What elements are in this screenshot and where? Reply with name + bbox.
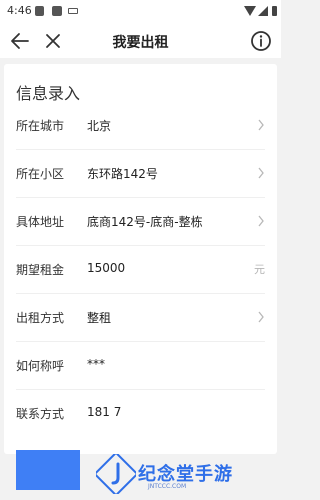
rent-input[interactable]: 15000 (87, 261, 125, 275)
chevron-right-icon (258, 119, 264, 131)
info-entry-card: 信息录入 所在城市 北京 所在小区 东环路142号 具体地址 底商142号-底商… (4, 64, 277, 454)
form-row-rent[interactable]: 期望租金 15000 元 (16, 246, 265, 294)
row-value: 整租 (87, 311, 112, 325)
phone-input[interactable]: 181 7 (87, 405, 121, 419)
row-label: 出租方式 (16, 311, 65, 325)
row-label: 具体地址 (16, 215, 65, 229)
form-row-city[interactable]: 所在城市 北京 (16, 102, 265, 150)
notification-icon (35, 6, 44, 16)
section-heading: 信息录入 (16, 84, 81, 103)
redaction-blur (130, 402, 174, 424)
signal-icon (258, 6, 268, 16)
chevron-right-icon (258, 215, 264, 227)
watermark-url: JNTCCC.COM (148, 483, 187, 490)
form-row-community[interactable]: 所在小区 东环路142号 (16, 150, 265, 198)
form-row-address[interactable]: 具体地址 底商142号-底商-整栋 (16, 198, 265, 246)
form-row-name[interactable]: 如何称呼 *** (16, 342, 265, 390)
nav-bar: 我要出租 (0, 24, 281, 58)
row-label: 如何称呼 (16, 359, 65, 373)
keyboard-icon (68, 8, 78, 14)
rent-unit: 元 (254, 263, 265, 276)
battery-icon (272, 6, 277, 16)
row-label: 所在城市 (16, 119, 65, 133)
status-bar: 4:46 (0, 0, 281, 24)
chevron-right-icon (258, 311, 264, 323)
row-value: 东环路142号 (87, 167, 158, 181)
status-time: 4:46 (7, 4, 32, 17)
page-title: 我要出租 (112, 35, 169, 51)
form-rows: 所在城市 北京 所在小区 东环路142号 具体地址 底商142号-底商-整栋 期… (4, 102, 277, 437)
form-row-rental-type[interactable]: 出租方式 整租 (16, 294, 265, 342)
row-label: 期望租金 (16, 263, 65, 277)
wifi-icon (244, 6, 256, 16)
submit-button[interactable] (16, 450, 80, 490)
row-value: 北京 (87, 119, 112, 133)
form-row-contact[interactable]: 联系方式 181 7 (16, 390, 265, 437)
watermark-logo-icon (96, 454, 136, 494)
row-value: 底商142号-底商-整栋 (87, 215, 203, 229)
app-notification-icon (52, 6, 62, 16)
watermark: 纪念堂手游 JNTCCC.COM (96, 452, 276, 496)
chevron-right-icon (258, 167, 264, 179)
row-label: 联系方式 (16, 407, 65, 421)
name-input[interactable]: *** (87, 357, 105, 371)
row-label: 所在小区 (16, 167, 65, 181)
info-icon[interactable] (248, 28, 274, 54)
